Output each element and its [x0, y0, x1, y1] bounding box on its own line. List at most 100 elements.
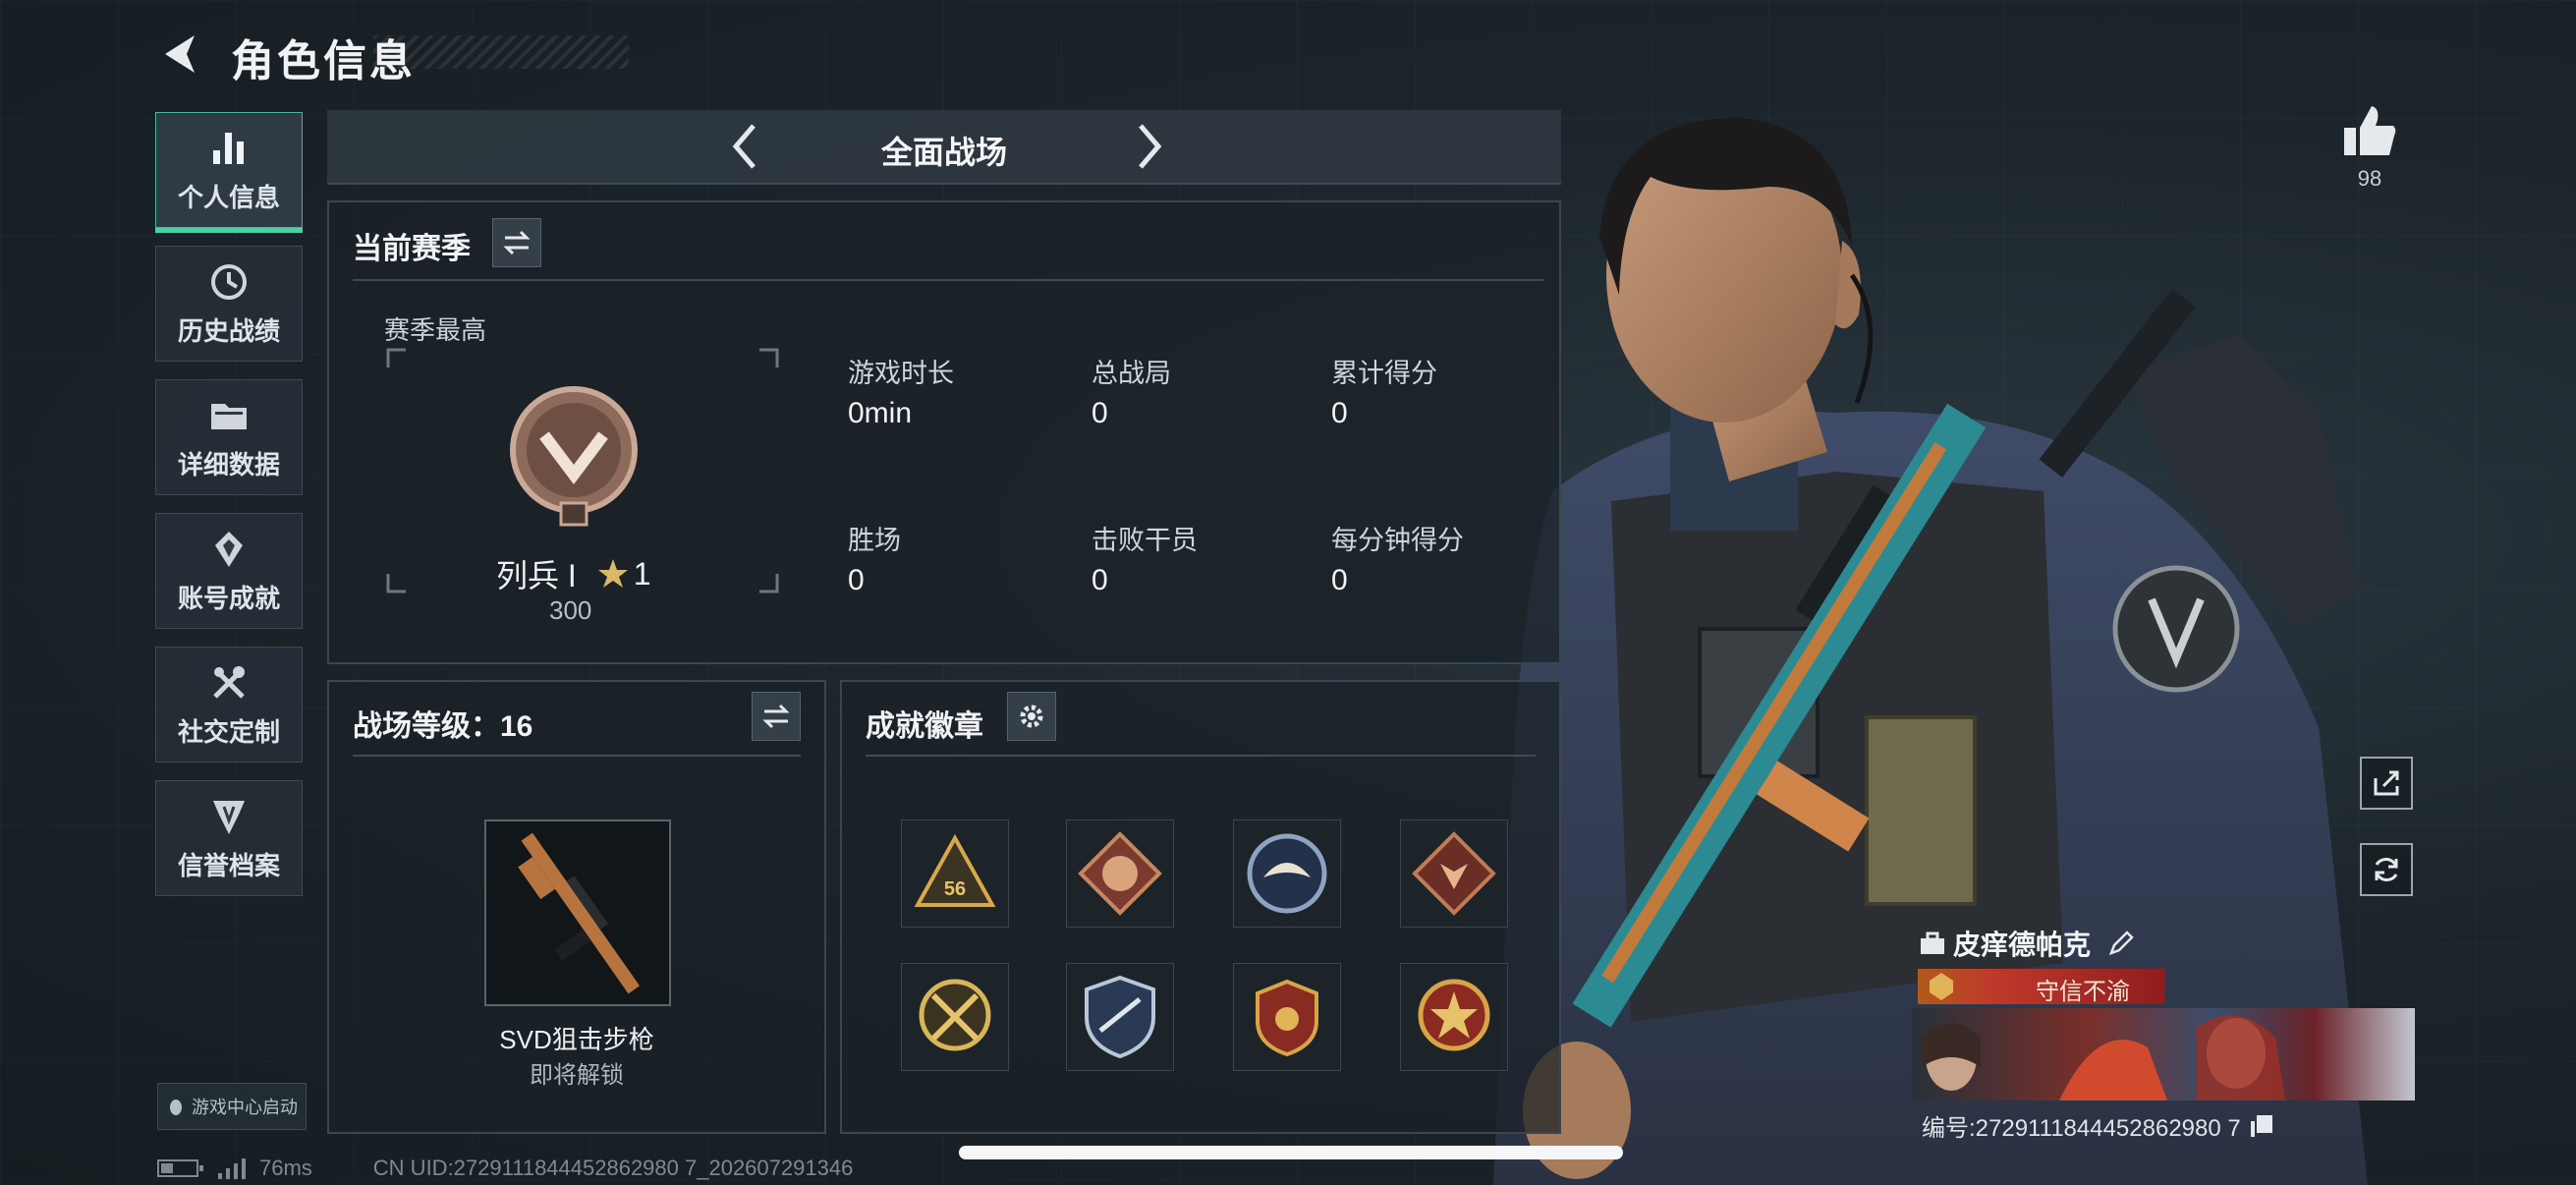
like-count: 98	[2357, 166, 2382, 191]
season-panel: 当前赛季 赛季最高 列兵 I 1 300 游戏时长 0min 总战局 0 累计得…	[327, 200, 1561, 664]
bar-chart-icon	[213, 132, 244, 164]
triangle-badge-icon: 56	[914, 833, 996, 907]
credit-icon	[213, 800, 245, 834]
game-center-label: 游戏中心启动	[192, 1098, 298, 1117]
badge-number: 56	[944, 878, 966, 900]
refresh-icon	[2375, 858, 2398, 881]
rank-score: 300	[549, 595, 592, 625]
sidebar: 个人信息 历史战绩 详细数据 账号成就 社交定制 信誉档案	[155, 112, 305, 914]
swap-icon	[762, 704, 790, 729]
achievements-title: 成就徽章	[866, 710, 983, 743]
battlefield-divider	[353, 755, 801, 757]
player-banner[interactable]	[1912, 1008, 2415, 1100]
star-icon	[597, 559, 628, 588]
player-title-badge[interactable]: 守信不渝	[1918, 969, 2165, 1005]
eagle-badge-icon	[1247, 833, 1327, 914]
folder-icon	[211, 403, 247, 429]
thumbs-up-icon	[2344, 106, 2396, 155]
sidebar-item-label: 个人信息	[177, 182, 280, 212]
stat-value: 0	[1331, 397, 1348, 429]
player-name: 皮痒德帕克	[1953, 930, 2092, 960]
gear-icon	[1020, 705, 1043, 728]
stat-label: 每分钟得分	[1331, 526, 1464, 555]
player-title: 守信不渝	[2036, 979, 2130, 1005]
sniper-rifle-icon	[518, 832, 641, 994]
player-name-row: 皮痒德帕克	[1918, 924, 2136, 963]
achievements-panel: 成就徽章 56	[840, 680, 1561, 1134]
star-medal-badge-icon	[1418, 979, 1490, 1051]
weapon-card[interactable]	[484, 819, 671, 1006]
achievement-badge[interactable]	[1233, 963, 1341, 1071]
stat-label: 游戏时长	[848, 359, 954, 388]
battlefield-level-panel: 战场等级：16 SVD狙击步枪 即将解锁	[327, 680, 826, 1134]
mode-next-arrow-icon[interactable]	[1121, 120, 1174, 173]
season-switch-button[interactable]	[492, 218, 541, 267]
sidebar-item-label: 详细数据	[177, 449, 280, 480]
star-shield-badge-icon	[1256, 979, 1318, 1057]
battlefield-level-title: 战场等级：16	[353, 710, 533, 743]
achievement-badge[interactable]	[1066, 963, 1174, 1071]
home-indicator[interactable]	[959, 1146, 1623, 1159]
ping-value: 76ms	[259, 1156, 312, 1180]
achievement-badge[interactable]	[901, 963, 1009, 1071]
sidebar-item-account-achievements[interactable]: 账号成就	[155, 513, 303, 629]
title-decoration	[373, 35, 629, 69]
game-center-button[interactable]: 游戏中心启动	[157, 1083, 307, 1130]
rank-line: 列兵 I 1	[496, 551, 651, 596]
rank-emblem-icon	[510, 386, 638, 527]
season-best-label: 赛季最高	[384, 315, 487, 345]
copy-icon[interactable]	[2249, 1113, 2274, 1139]
banner-art	[1922, 1015, 2285, 1100]
sidebar-item-detailed-data[interactable]: 详细数据	[155, 379, 303, 495]
refresh-button[interactable]	[2360, 843, 2413, 896]
sidebar-item-label: 历史战绩	[177, 315, 280, 346]
stat-label: 总战局	[1092, 359, 1171, 388]
achievements-settings-button[interactable]	[1007, 692, 1056, 741]
history-icon	[211, 263, 247, 300]
stat-label: 击败干员	[1092, 526, 1198, 555]
penguin-icon	[170, 1100, 182, 1115]
stat-label: 累计得分	[1331, 359, 1437, 388]
achievement-badge[interactable]	[1066, 819, 1174, 928]
status-bar: 76ms CN UID:2729111844452862980 7_202607…	[157, 1156, 853, 1181]
tools-icon	[213, 665, 245, 699]
weapon-status: 即将解锁	[530, 1062, 624, 1089]
battery-icon	[157, 1159, 203, 1177]
achievements-divider	[866, 755, 1536, 757]
share-button[interactable]	[2360, 757, 2413, 810]
edit-icon[interactable]	[2106, 929, 2136, 958]
swap-icon	[503, 230, 531, 255]
stat-value: 0	[848, 564, 865, 596]
crossed-emblem-badge-icon	[919, 979, 991, 1051]
weapon-name: SVD狙击步枪	[499, 1025, 654, 1054]
sidebar-item-label: 账号成就	[177, 583, 280, 613]
battlefield-switch-button[interactable]	[752, 692, 801, 741]
sidebar-item-history[interactable]: 历史战绩	[155, 246, 303, 362]
like-button[interactable]: 98	[2340, 102, 2399, 192]
sidebar-item-personal-info[interactable]: 个人信息	[155, 112, 303, 233]
rank-name: 列兵 I	[496, 558, 577, 593]
stat-value: 0	[1092, 397, 1108, 429]
season-divider	[353, 279, 1543, 281]
cn-uid: CN UID:2729111844452862980 7_20260729134…	[372, 1156, 854, 1180]
player-uid: 编号:2729111844452862980 7	[1922, 1115, 2241, 1142]
title-emblem-icon	[1930, 973, 1953, 1000]
achievement-icon	[215, 531, 243, 567]
sidebar-item-social-custom[interactable]: 社交定制	[155, 647, 303, 762]
dragon-badge-icon	[1078, 831, 1162, 916]
briefcase-icon	[1921, 931, 1944, 954]
stat-value: 0	[1092, 564, 1108, 596]
achievement-badge[interactable]	[1233, 819, 1341, 928]
back-arrow-icon[interactable]	[157, 29, 206, 79]
shield-badge-icon	[1085, 975, 1155, 1059]
wolf-badge-icon	[1412, 831, 1496, 916]
achievement-badge[interactable]	[1400, 963, 1508, 1071]
achievement-badge[interactable]	[1400, 819, 1508, 928]
rank-stars: 1	[633, 555, 651, 592]
sidebar-item-credit-file[interactable]: 信誉档案	[155, 780, 303, 896]
player-uid-row: 编号:2729111844452862980 7	[1922, 1108, 2274, 1143]
mode-selector: 全面战场	[327, 110, 1561, 185]
achievement-badge[interactable]: 56	[901, 819, 1009, 928]
mode-title: 全面战场	[880, 135, 1007, 170]
stat-label: 胜场	[848, 526, 901, 555]
